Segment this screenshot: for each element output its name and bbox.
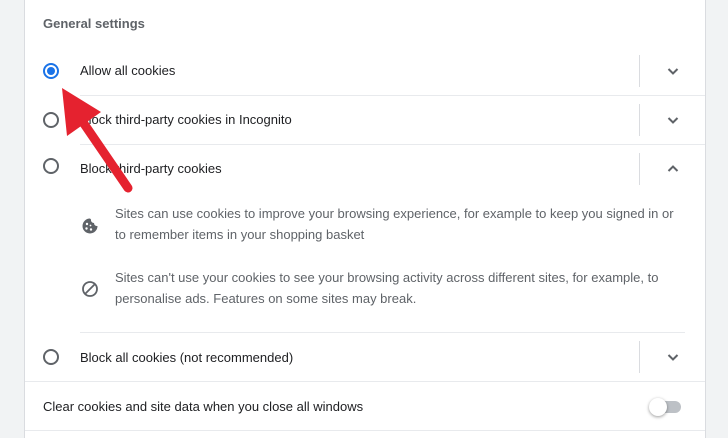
- clear-on-exit-toggle[interactable]: [649, 398, 681, 416]
- option-block-third-party-cookies[interactable]: Block third-party cookies: [25, 145, 705, 193]
- option-label: Block third-party cookies in Incognito: [80, 112, 292, 127]
- cookie-settings-panel: General settings Allow all cookies Block…: [24, 0, 706, 438]
- divider: [639, 55, 640, 87]
- block-icon: [82, 281, 98, 297]
- toggle-knob[interactable]: [649, 398, 667, 416]
- chevron-down-icon[interactable]: [665, 112, 681, 128]
- clear-on-exit-row[interactable]: Clear cookies and site data when you clo…: [25, 382, 705, 430]
- detail-text: Sites can't use your cookies to see your…: [115, 270, 659, 306]
- radio-button-selected[interactable]: [43, 63, 59, 79]
- radio-button[interactable]: [43, 158, 59, 174]
- option-label: Allow all cookies: [80, 63, 176, 78]
- section-divider: [25, 430, 705, 431]
- divider: [639, 153, 640, 185]
- divider: [639, 341, 640, 373]
- option-label: Block third-party cookies: [80, 161, 222, 176]
- option-allow-all-cookies[interactable]: Allow all cookies: [25, 47, 705, 95]
- option-block-all-cookies[interactable]: Block all cookies (not recommended): [25, 333, 705, 381]
- chevron-up-icon[interactable]: [665, 161, 681, 177]
- detail-item: Sites can't use your cookies to see your…: [81, 267, 671, 311]
- detail-text: Sites can use cookies to improve your br…: [115, 206, 674, 242]
- radio-button[interactable]: [43, 112, 59, 128]
- section-title: General settings: [43, 16, 145, 31]
- clear-on-exit-label: Clear cookies and site data when you clo…: [43, 399, 364, 414]
- option-block-third-party-incognito[interactable]: Block third-party cookies in Incognito: [25, 96, 705, 144]
- detail-item: Sites can use cookies to improve your br…: [81, 203, 674, 247]
- divider: [639, 104, 640, 136]
- option-label: Block all cookies (not recommended): [80, 350, 294, 365]
- radio-button[interactable]: [43, 349, 59, 365]
- chevron-down-icon[interactable]: [665, 349, 681, 365]
- cookie-icon: [82, 218, 98, 234]
- chevron-down-icon[interactable]: [665, 63, 681, 79]
